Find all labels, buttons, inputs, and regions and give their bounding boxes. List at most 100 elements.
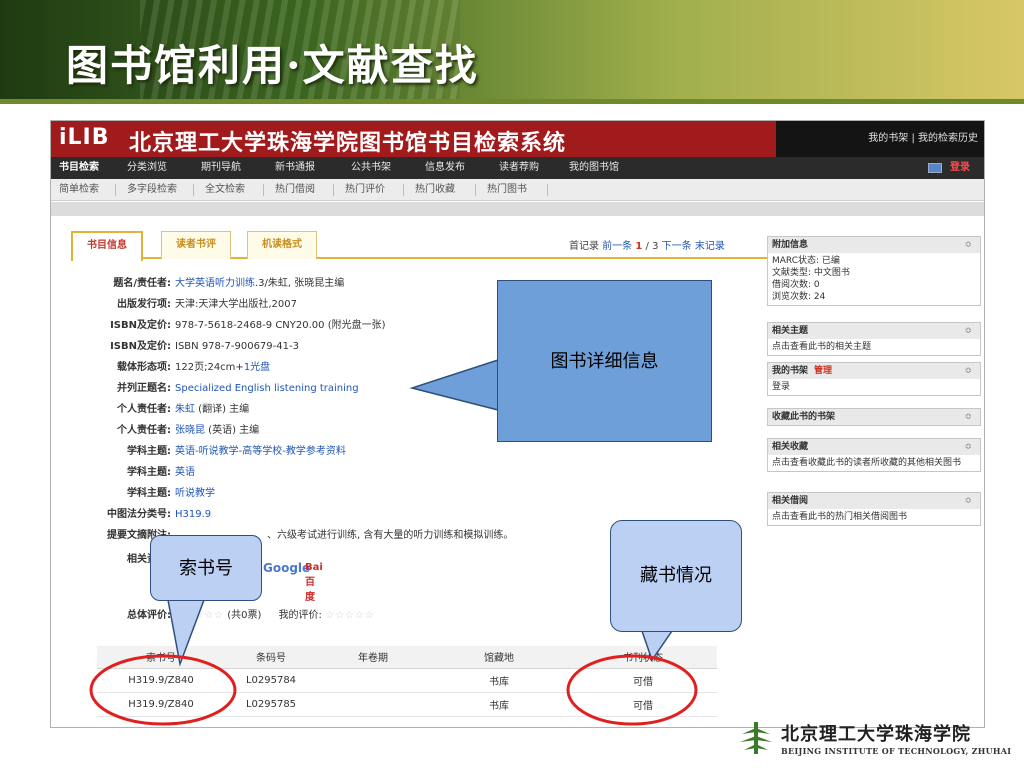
login-link[interactable]: 登录 — [950, 157, 970, 179]
side-box-body: 点击查看此书的相关主题 — [768, 339, 980, 355]
nav-item-public-shelf[interactable]: 公共书架 — [351, 157, 391, 179]
related-collection-link[interactable]: 点击查看收藏此书的读者所收藏的其他相关图书 — [772, 457, 976, 469]
collapse-icon[interactable]: ≎ — [964, 237, 972, 253]
subject1-link[interactable]: 英语-听说教学-高等学校-教学参考资料 — [175, 446, 346, 457]
detail-label: 载体形态项: — [117, 362, 171, 373]
holdings-header-row: 索书号 条码号 年卷期 馆藏地 书刊状态 — [97, 646, 717, 669]
subject3-link[interactable]: 听说教学 — [175, 488, 215, 499]
side-box-title[interactable]: 收藏此书的书架 ≎ — [768, 409, 980, 425]
detail-label: 学科主题: — [127, 488, 171, 499]
col-call-number: 索书号 — [97, 646, 225, 669]
detail-value: 听说教学 — [175, 485, 215, 503]
sub-nav: 简单检索 多字段检索 全文检索 热门借阅 热门评价 热门收藏 热门图书 — [51, 179, 984, 201]
subnav-item-hot-books[interactable]: 热门图书 — [487, 179, 527, 201]
barcode-cell: L0295784 — [225, 668, 317, 693]
baidu-logo[interactable]: Bai百度 — [305, 562, 323, 603]
collapse-icon[interactable]: ≎ — [964, 409, 972, 425]
tab-reviews[interactable]: 读者书评 — [161, 231, 231, 259]
author2-link[interactable]: 张晓昆 — [175, 425, 205, 436]
detail-label: 个人责任者: — [117, 425, 171, 436]
my-bookshelf-link[interactable]: 我的书架 — [868, 133, 908, 144]
emblem-icon — [740, 722, 772, 754]
detail-value: 英语 — [175, 464, 195, 482]
nav-item-recommend[interactable]: 读者荐购 — [499, 157, 539, 179]
detail-label: 学科主题: — [127, 446, 171, 457]
subnav-item-multifield[interactable]: 多字段检索 — [127, 179, 177, 201]
side-box-title[interactable]: 附加信息 ≎ — [768, 237, 980, 253]
subnav-separator — [475, 184, 476, 196]
nav-item-new-books[interactable]: 新书通报 — [275, 157, 315, 179]
detail-value: 天津:天津大学出版社,2007 — [175, 299, 297, 310]
subnav-separator — [333, 184, 334, 196]
first-record-link[interactable]: 首记录 — [569, 241, 599, 252]
collapse-icon[interactable]: ≎ — [964, 363, 972, 379]
table-row: H319.9/Z840 L0295785 书库 可借 — [97, 692, 717, 717]
top-links: 我的书架 | 我的检索历史 — [776, 121, 984, 157]
view-count: 浏览次数: 24 — [772, 292, 826, 302]
divider-bar — [51, 202, 984, 216]
subnav-item-hot-rating[interactable]: 热门评价 — [345, 179, 385, 201]
collapse-icon[interactable]: ≎ — [964, 323, 972, 339]
subnav-item-fulltext[interactable]: 全文检索 — [205, 179, 245, 201]
nav-item-journals[interactable]: 期刊导航 — [201, 157, 241, 179]
detail-value: 978-7-5618-2468-9 CNY20.00 (附光盘一张) — [175, 320, 386, 331]
callout-holdings: 藏书情况 — [610, 520, 742, 632]
subject2-link[interactable]: 英语 — [175, 467, 195, 478]
side-box-title[interactable]: 相关主题 ≎ — [768, 323, 980, 339]
side-box-body: MARC状态: 已编 文献类型: 中文图书 借阅次数: 0 浏览次数: 24 — [768, 253, 980, 305]
shelf-login-link[interactable]: 登录 — [772, 381, 976, 393]
manage-link[interactable]: 管理 — [814, 366, 832, 376]
detail-label: ISBN及定价: — [110, 320, 171, 331]
side-box-title[interactable]: 我的书架 管理 ≎ — [768, 363, 980, 379]
barcode-cell: L0295785 — [225, 692, 317, 717]
side-box-title[interactable]: 相关收藏 ≎ — [768, 439, 980, 455]
title-link[interactable]: 大学英语听力训练 — [175, 278, 255, 289]
last-record-link[interactable]: 末记录 — [695, 241, 725, 252]
collapse-icon[interactable]: ≎ — [964, 439, 972, 455]
collapse-icon[interactable]: ≎ — [964, 493, 972, 509]
university-name-en: BEIJING INSTITUTE OF TECHNOLOGY, ZHUHAI — [781, 746, 1012, 756]
subnav-item-hot-collect[interactable]: 热门收藏 — [415, 179, 455, 201]
side-box-body: 点击查看此书的热门相关借阅图书 — [768, 509, 980, 525]
tab-marc[interactable]: 机读格式 — [247, 231, 317, 259]
subnav-separator — [263, 184, 264, 196]
related-borrowing-link[interactable]: 点击查看此书的热门相关借阅图书 — [772, 511, 976, 523]
app-topbar: iLIB 北京理工大学珠海学院图书馆书目检索系统 我的书架 | 我的检索历史 — [51, 121, 984, 157]
side-box-title[interactable]: 相关借阅 ≎ — [768, 493, 980, 509]
search-history-link[interactable]: 我的检索历史 — [918, 133, 978, 144]
table-row: H319.9/Z840 L0295784 书库 可借 — [97, 668, 717, 693]
parallel-title-link[interactable]: Specialized English listening training — [175, 383, 359, 394]
main-nav: 书目检索 分类浏览 期刊导航 新书通报 公共书架 信息发布 读者荐购 我的图书馆… — [51, 157, 984, 179]
call-number-cell: H319.9/Z840 — [97, 668, 225, 693]
google-logo[interactable]: Google — [263, 561, 310, 575]
detail-label: 出版发行项: — [117, 299, 171, 310]
side-box-my-shelf: 我的书架 管理 ≎ 登录 — [767, 362, 981, 396]
nav-item-browse[interactable]: 分类浏览 — [127, 157, 167, 179]
nav-item-my-library[interactable]: 我的图书馆 — [569, 157, 619, 179]
my-rating-stars[interactable]: ☆☆☆☆☆ — [325, 610, 375, 621]
class-number-link[interactable]: H319.9 — [175, 509, 211, 520]
tab-bibliographic[interactable]: 书目信息 — [71, 231, 143, 261]
status-cell: 可借 — [569, 692, 717, 717]
header-stripe — [0, 99, 1024, 104]
nav-item-catalog-search[interactable]: 书目检索 — [59, 157, 99, 179]
next-record-link[interactable]: 下一条 — [662, 241, 692, 252]
record-separator: / — [642, 241, 653, 252]
related-subjects-link[interactable]: 点击查看此书的相关主题 — [772, 341, 976, 353]
prev-record-link[interactable]: 前一条 — [602, 241, 632, 252]
col-volume: 年卷期 — [317, 646, 429, 669]
volume-cell — [317, 692, 429, 717]
side-box-related-borrowing: 相关借阅 ≎ 点击查看此书的热门相关借阅图书 — [767, 492, 981, 526]
screen-icon[interactable] — [928, 163, 942, 173]
nav-item-announcements[interactable]: 信息发布 — [425, 157, 465, 179]
cd-link[interactable]: 1光盘 — [244, 362, 270, 373]
author1-link[interactable]: 朱虹 — [175, 404, 195, 415]
detail-label: 题名/责任者: — [113, 278, 171, 289]
subnav-item-simple[interactable]: 简单检索 — [59, 179, 99, 201]
subnav-item-hot-borrow[interactable]: 热门借阅 — [275, 179, 315, 201]
system-title: 北京理工大学珠海学院图书馆书目检索系统 — [129, 131, 567, 156]
title-text: .3/朱虹, 张晓昆主编 — [255, 278, 345, 289]
side-box-related-collection: 相关收藏 ≎ 点击查看收藏此书的读者所收藏的其他相关图书 — [767, 438, 981, 472]
overall-rating-stars: ☆☆☆☆☆ — [174, 610, 225, 621]
holdings-table: 索书号 条码号 年卷期 馆藏地 书刊状态 H319.9/Z840 L029578… — [97, 646, 717, 717]
